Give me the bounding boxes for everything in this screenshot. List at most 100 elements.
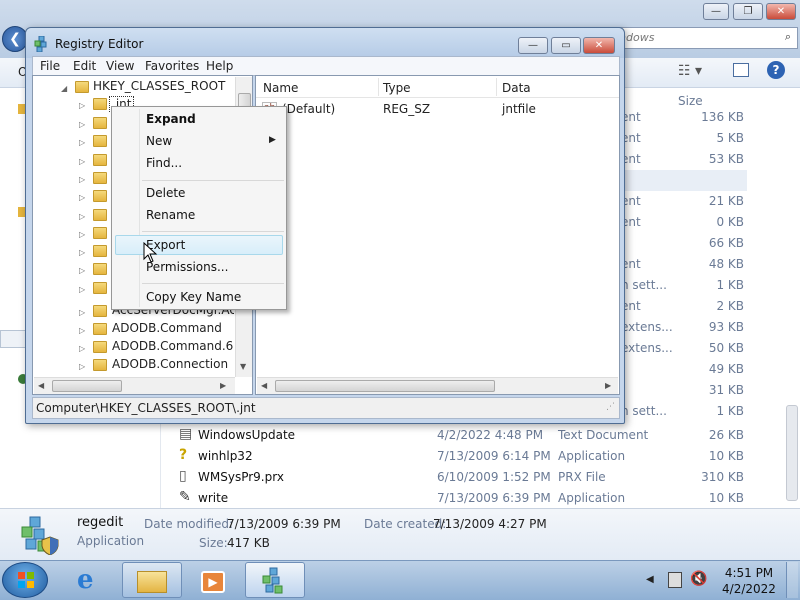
file-type: PRX File xyxy=(558,470,606,484)
search-input[interactable]: windows ⌕ xyxy=(600,27,798,49)
clock-time[interactable]: 4:51 PM xyxy=(724,566,774,580)
mouse-cursor-icon xyxy=(143,242,158,263)
explorer-scrollbar[interactable] xyxy=(786,405,798,501)
folder-icon xyxy=(93,281,107,294)
regedit-icon xyxy=(262,567,283,594)
expand-arrow-icon[interactable]: ▷ xyxy=(79,326,85,335)
regedit-minimize-button[interactable]: — xyxy=(518,37,548,54)
tree-item[interactable]: ADODB.Command.6.0 xyxy=(112,339,234,353)
start-button[interactable] xyxy=(2,562,48,598)
row-size: 0 KB xyxy=(716,215,744,229)
menu-item-copy-key-name[interactable]: Copy Key Name xyxy=(146,290,241,304)
tree-item[interactable]: ADODB.Command xyxy=(112,321,234,335)
scroll-right-arrow-icon[interactable]: ▶ xyxy=(605,381,611,390)
folder-icon xyxy=(93,153,107,166)
menu-item-rename[interactable]: Rename xyxy=(146,208,195,222)
file-row[interactable]: ▯ WMSysPr9.prx 6/10/2009 1:52 PM PRX File 31… xyxy=(176,467,746,487)
minimize-button[interactable]: — xyxy=(703,3,729,20)
maximize-button[interactable]: ❐ xyxy=(733,3,763,20)
menu-item-new[interactable]: New xyxy=(146,134,172,148)
scroll-right-arrow-icon[interactable]: ▶ xyxy=(220,381,226,390)
file-size: 310 KB xyxy=(701,470,744,484)
expand-arrow-icon[interactable]: ▷ xyxy=(79,101,85,110)
folder-icon xyxy=(93,226,107,239)
write-icon: ✎ xyxy=(179,489,191,505)
row-type-fragment: n sett... xyxy=(621,404,667,418)
expand-arrow-icon[interactable]: ▷ xyxy=(79,285,85,294)
volume-muted-icon[interactable]: 🔇 xyxy=(690,571,707,587)
scroll-left-arrow-icon[interactable]: ◀ xyxy=(38,381,44,390)
tree-hscrollbar[interactable]: ◀ ▶ xyxy=(34,377,235,394)
file-row[interactable]: ✎ write 7/13/2009 6:39 PM Application 10 KB xyxy=(176,488,746,508)
folder-icon xyxy=(93,171,107,184)
close-button[interactable]: ✕ xyxy=(766,3,796,20)
expand-arrow-icon[interactable]: ▷ xyxy=(79,175,85,184)
action-center-icon[interactable] xyxy=(668,572,682,588)
column-data[interactable]: Data xyxy=(502,81,531,95)
collapse-arrow-icon[interactable]: ◢ xyxy=(61,84,67,93)
show-desktop-button[interactable] xyxy=(786,562,798,598)
menu-favorites[interactable]: Favorites xyxy=(145,59,199,73)
scroll-down-arrow-icon[interactable]: ▼ xyxy=(240,362,246,371)
status-path: Computer\HKEY_CLASSES_ROOT\.jnt xyxy=(36,401,256,415)
folder-icon xyxy=(93,208,107,221)
expand-arrow-icon[interactable]: ▷ xyxy=(79,212,85,221)
regedit-app-icon xyxy=(18,515,60,556)
expand-arrow-icon[interactable]: ▷ xyxy=(79,308,85,317)
row-type-fragment: extens... xyxy=(621,341,673,355)
clock-date[interactable]: 4/2/2022 xyxy=(722,582,776,596)
regedit-maximize-button[interactable]: ▭ xyxy=(551,37,581,54)
show-hidden-icons[interactable]: ◀ xyxy=(646,574,654,585)
menu-help[interactable]: Help xyxy=(206,59,233,73)
taskbar-ie-button[interactable]: e xyxy=(62,562,122,598)
menu-file[interactable]: File xyxy=(40,59,60,73)
expand-arrow-icon[interactable]: ▷ xyxy=(79,266,85,275)
taskbar-mediaplayer-button[interactable]: ▶ xyxy=(182,562,242,598)
scroll-left-arrow-icon[interactable]: ◀ xyxy=(261,381,267,390)
menu-item-expand[interactable]: Expand xyxy=(146,112,196,126)
column-type[interactable]: Type xyxy=(383,81,411,95)
size-column-header[interactable]: Size xyxy=(678,94,703,108)
menu-edit[interactable]: Edit xyxy=(73,59,96,73)
value-row[interactable]: ab (Default) REG_SZ jntfile xyxy=(256,100,619,118)
list-hscrollbar[interactable]: ◀ ▶ xyxy=(257,377,618,394)
expand-arrow-icon[interactable]: ▷ xyxy=(79,248,85,257)
expand-arrow-icon[interactable]: ▷ xyxy=(79,344,85,353)
expand-arrow-icon[interactable]: ▷ xyxy=(79,120,85,129)
column-name[interactable]: Name xyxy=(263,81,298,95)
tree-item[interactable]: ADODB.Connection xyxy=(112,357,234,371)
search-icon[interactable]: ⌕ xyxy=(785,30,791,44)
internet-explorer-icon: e xyxy=(77,565,94,595)
expand-arrow-icon[interactable]: ▷ xyxy=(79,157,85,166)
regedit-close-button[interactable]: ✕ xyxy=(583,37,615,54)
tree-hscroll-thumb[interactable] xyxy=(52,380,122,392)
registry-values-list: Name Type Data ab (Default) REG_SZ jntfi… xyxy=(255,75,620,395)
column-divider[interactable] xyxy=(378,78,379,96)
resize-grip-icon[interactable]: ⋰ xyxy=(606,402,615,412)
file-row[interactable]: ? winhlp32 7/13/2009 6:14 PM Application 10 … xyxy=(176,446,746,466)
column-divider[interactable] xyxy=(496,78,497,96)
list-hscroll-thumb[interactable] xyxy=(275,380,495,392)
menu-view[interactable]: View xyxy=(106,59,134,73)
folder-icon xyxy=(93,341,107,353)
file-type: Application xyxy=(558,449,626,463)
expand-arrow-icon[interactable]: ▷ xyxy=(79,230,85,239)
expand-arrow-icon[interactable]: ▷ xyxy=(79,193,85,202)
preview-pane-icon[interactable] xyxy=(733,63,749,77)
details-kind: Application xyxy=(77,534,145,548)
menu-item-delete[interactable]: Delete xyxy=(146,186,185,200)
nav-scroll-fragment[interactable] xyxy=(0,330,26,348)
tree-root-hkcr[interactable]: HKEY_CLASSES_ROOT xyxy=(93,79,225,93)
help-icon: ? xyxy=(179,447,188,463)
expand-arrow-icon[interactable]: ▷ xyxy=(79,362,85,371)
taskbar-regedit-button[interactable] xyxy=(245,562,305,598)
views-icon[interactable]: ☷ ▾ xyxy=(678,63,702,79)
menu-separator xyxy=(142,231,284,232)
expand-arrow-icon[interactable]: ▷ xyxy=(79,138,85,147)
taskbar-explorer-button[interactable] xyxy=(122,562,182,598)
file-row[interactable]: ▤ WindowsUpdate 4/2/2022 4:48 PM Text Docum… xyxy=(176,425,746,445)
details-name: regedit xyxy=(77,515,124,530)
menu-item-find[interactable]: Find... xyxy=(146,156,182,170)
help-icon[interactable]: ? xyxy=(767,61,785,79)
file-type: Application xyxy=(558,491,626,505)
